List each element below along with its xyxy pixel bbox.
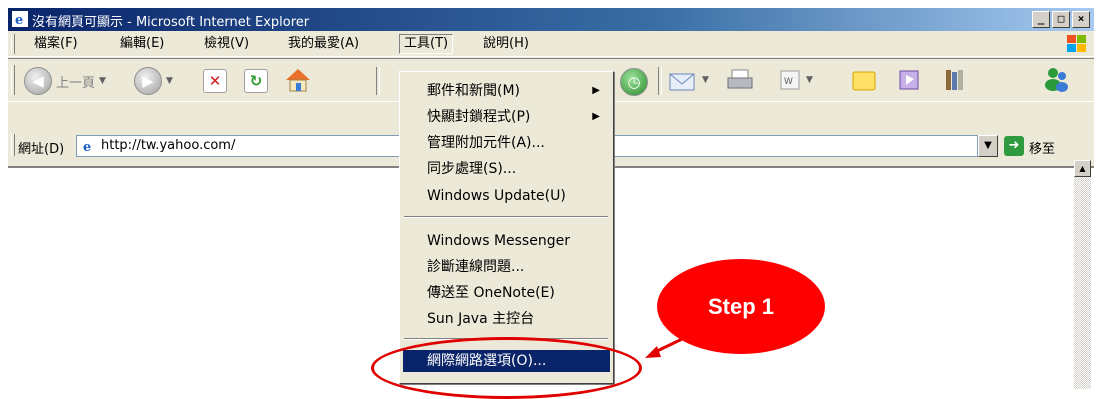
callout-arrow (645, 326, 706, 358)
step-callout: Step 1 (657, 259, 825, 354)
